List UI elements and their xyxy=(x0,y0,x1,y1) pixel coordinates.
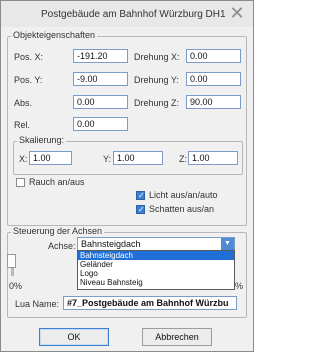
pos-y-input[interactable]: -9.00 xyxy=(73,72,128,86)
rot-z-label: Drehung Z: xyxy=(134,98,180,108)
rot-y-label: Drehung Y: xyxy=(134,75,179,85)
chevron-down-icon[interactable]: ▼ xyxy=(221,238,234,250)
window-title: Postgebäude am Bahnhof Würzburg DH1 xyxy=(41,9,226,20)
scale-legend: Skalierung: xyxy=(17,135,67,145)
axis-dropdown-list[interactable]: Bahnsteigdach Geländer Logo Niveau Bahns… xyxy=(77,250,235,290)
shadow-checkbox[interactable] xyxy=(136,205,145,214)
rot-x-label: Drehung X: xyxy=(134,52,180,62)
dialog-window: Postgebäude am Bahnhof Würzburg DH1 ✕ Ob… xyxy=(0,0,254,352)
light-checkbox[interactable] xyxy=(136,191,145,200)
slider-max-label: % xyxy=(235,281,244,291)
rel-label: Rel. xyxy=(14,120,31,130)
axis-select-value: Bahnsteigdach xyxy=(81,239,141,249)
axis-option-1[interactable]: Geländer xyxy=(78,260,234,269)
scale-z-label: Z: xyxy=(179,154,187,164)
axis-option-3[interactable]: Niveau Bahnsteig xyxy=(78,278,234,287)
smoke-checkbox[interactable] xyxy=(16,178,25,187)
ok-button[interactable]: OK xyxy=(39,328,109,346)
slider-percent-label: 0% xyxy=(9,281,23,291)
rot-z-input[interactable]: 90.00 xyxy=(186,95,241,109)
scale-z-input[interactable]: 1.00 xyxy=(188,151,238,165)
scale-x-label: X: xyxy=(19,154,28,164)
title-bar[interactable]: Postgebäude am Bahnhof Würzburg DH1 ✕ xyxy=(1,1,253,27)
scale-y-label: Y: xyxy=(103,154,112,164)
abs-input[interactable]: 0.00 xyxy=(73,95,128,109)
scale-x-input[interactable]: 1.00 xyxy=(29,151,72,165)
pos-y-label: Pos. Y: xyxy=(14,75,43,85)
axis-label: Achse: xyxy=(48,241,76,251)
abs-label: Abs. xyxy=(14,98,33,108)
axis-option-2[interactable]: Logo xyxy=(78,269,234,278)
axis-slider-thumb[interactable] xyxy=(7,254,16,268)
axis-option-0[interactable]: Bahnsteigdach xyxy=(78,251,234,260)
rel-input[interactable]: 0.00 xyxy=(73,117,128,131)
smoke-label: Rauch an/aus xyxy=(29,177,85,187)
pos-x-input[interactable]: -191.20 xyxy=(73,49,128,63)
object-properties-legend: Objekteigenschaften xyxy=(11,30,98,40)
lua-name-label: Lua Name: xyxy=(15,299,60,309)
cancel-button[interactable]: Abbrechen xyxy=(142,328,212,346)
close-icon[interactable]: ✕ xyxy=(229,4,245,22)
lua-name-input[interactable]: #7_Postgebäude am Bahnhof Würzbu xyxy=(63,296,237,310)
axis-control-legend: Steuerung der Achsen xyxy=(11,226,105,236)
scale-y-input[interactable]: 1.00 xyxy=(113,151,163,165)
axis-select[interactable]: Bahnsteigdach ▼ xyxy=(77,237,235,251)
rot-x-input[interactable]: 0.00 xyxy=(186,49,241,63)
pos-x-label: Pos. X: xyxy=(14,52,44,62)
shadow-label: Schatten aus/an xyxy=(149,204,215,214)
light-label: Licht aus/an/auto xyxy=(149,190,218,200)
rot-y-input[interactable]: 0.00 xyxy=(186,72,241,86)
